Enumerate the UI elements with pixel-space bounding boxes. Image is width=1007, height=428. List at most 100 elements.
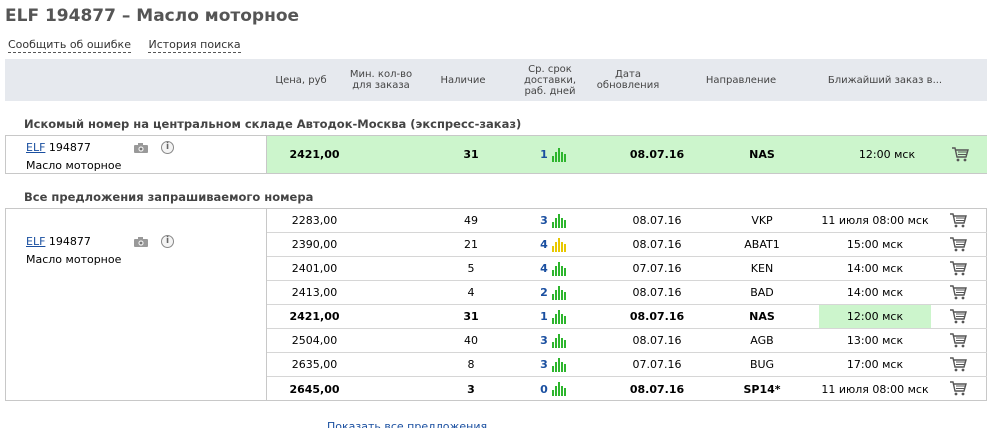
stock: 31 <box>463 310 479 323</box>
cart-icon[interactable] <box>949 356 967 372</box>
update-date: 08.07.16 <box>629 310 685 323</box>
col-nearest-header: Ближайший заказ в... <box>827 74 943 86</box>
cart-icon[interactable] <box>949 212 967 228</box>
search-history-link[interactable]: История поиска <box>148 38 241 53</box>
price: 2635,00 <box>291 358 338 371</box>
days-value: 3 <box>540 334 548 347</box>
rating-bars-icon <box>551 333 566 348</box>
top-links: Сообщить об ошибке История поиска <box>8 38 255 53</box>
col-direction-header: Направление <box>705 74 777 86</box>
direction: SP14* <box>743 382 781 396</box>
price: 2390,00 <box>291 238 338 251</box>
price: 2421,00 <box>289 310 340 323</box>
cart-icon[interactable] <box>949 332 967 348</box>
delivery-days: 0 <box>513 377 593 401</box>
price: 2401,00 <box>291 262 338 275</box>
update-date: 07.07.16 <box>632 358 682 371</box>
direction: BUG <box>749 358 775 371</box>
direction: VKP <box>751 214 773 227</box>
days-value: 3 <box>540 214 548 227</box>
direction: ABAT1 <box>744 238 780 251</box>
info-icon[interactable]: i <box>161 141 174 154</box>
table-row: 2283,00 49 3 08.07.16 VKP 11 июля 08:00 мск <box>267 209 987 233</box>
price: 2645,00 <box>289 382 340 396</box>
update-date: 08.07.16 <box>632 214 682 227</box>
nearest-order: 14:00 мск <box>846 286 904 299</box>
price: 2421,00 <box>289 148 340 161</box>
central-offer-row: 2421,00 31 1 08.07.16 NAS 12:00 мск <box>267 136 987 173</box>
central-section-title: Искомый номер на центральном складе Авто… <box>24 117 522 131</box>
delivery-days: 4 <box>513 233 593 256</box>
direction: NAS <box>749 310 775 323</box>
days-value: 4 <box>540 238 548 251</box>
table-header: Цена, руб Мин. кол-во для заказа Наличие… <box>5 59 987 101</box>
cart-icon[interactable] <box>949 236 967 252</box>
col-updated-header: Дата обновления <box>596 69 660 91</box>
update-date: 08.07.16 <box>632 334 682 347</box>
camera-icon[interactable] <box>133 142 149 154</box>
delivery-days: 1 <box>513 136 593 173</box>
stock: 49 <box>464 214 478 227</box>
nearest-order: 11 июля 08:00 мск <box>821 382 929 396</box>
delivery-days: 3 <box>513 353 593 376</box>
cart-icon[interactable] <box>951 146 969 162</box>
all-offers-part-cell: ELF 194877 Масло моторное i <box>6 209 267 400</box>
table-row: 2413,00 4 2 08.07.16 BAD 14:00 мск <box>267 281 987 305</box>
rating-bars-icon <box>551 213 566 228</box>
page-title: ELF 194877 – Масло моторное <box>5 6 300 26</box>
days-value: 2 <box>540 286 548 299</box>
table-row: 2390,00 21 4 08.07.16 ABAT1 15:00 мск <box>267 233 987 257</box>
price: 2413,00 <box>291 286 338 299</box>
update-date: 08.07.16 <box>632 238 682 251</box>
stock: 31 <box>463 148 479 161</box>
part-code: 194877 <box>48 235 91 248</box>
days-value: 3 <box>540 358 548 371</box>
nearest-order: 17:00 мск <box>846 358 904 371</box>
cart-icon[interactable] <box>949 308 967 324</box>
part-number: ELF 194877 <box>26 141 91 154</box>
all-offers-section-title: Все предложения запрашиваемого номера <box>24 190 314 204</box>
stock: 40 <box>464 334 478 347</box>
info-icon[interactable]: i <box>161 235 174 248</box>
cart-icon[interactable] <box>949 260 967 276</box>
stock: 3 <box>467 382 475 396</box>
direction: AGB <box>750 334 774 347</box>
update-date: 08.07.16 <box>629 382 685 396</box>
camera-icon[interactable] <box>133 236 149 248</box>
table-row: 2421,00 31 1 08.07.16 NAS 12:00 мск <box>267 305 987 329</box>
rating-bars-icon <box>551 261 566 276</box>
col-min-qty-header: Мин. кол-во для заказа <box>349 69 413 91</box>
days-value: 4 <box>540 262 548 275</box>
rating-bars-icon <box>551 147 566 162</box>
central-block: ELF 194877 Масло моторное i 2421,00 31 1… <box>5 135 987 174</box>
brand-link[interactable]: ELF <box>26 141 45 154</box>
stock: 4 <box>467 286 475 299</box>
delivery-days: 3 <box>513 329 593 352</box>
update-date: 08.07.16 <box>632 286 682 299</box>
central-part-cell: ELF 194877 Масло моторное i <box>6 136 267 173</box>
cart-icon[interactable] <box>949 380 967 396</box>
nearest-order: 15:00 мск <box>846 238 904 251</box>
nearest-order: 12:00 мск <box>858 148 916 161</box>
days-value: 0 <box>540 382 548 396</box>
stock: 21 <box>464 238 478 251</box>
days-value: 1 <box>540 310 548 323</box>
rating-bars-icon <box>551 357 566 372</box>
col-delivery-header: Ср. срок доставки, раб. дней <box>523 63 577 97</box>
col-price-header: Цена, руб <box>275 74 327 86</box>
part-number: ELF 194877 <box>26 235 91 248</box>
part-code: 194877 <box>48 141 91 154</box>
stock: 5 <box>467 262 475 275</box>
cart-icon[interactable] <box>949 284 967 300</box>
brand-link[interactable]: ELF <box>26 235 45 248</box>
show-all-offers-link[interactable]: Показать все предложения <box>327 420 487 428</box>
nearest-order: 13:00 мск <box>846 334 904 347</box>
direction: BAD <box>750 286 774 299</box>
delivery-days: 1 <box>513 305 593 328</box>
report-error-link[interactable]: Сообщить об ошибке <box>8 38 131 53</box>
nearest-order: 14:00 мск <box>846 262 904 275</box>
delivery-days: 2 <box>513 281 593 304</box>
rating-bars-icon <box>551 285 566 300</box>
nearest-order: 12:00 мск <box>819 305 931 328</box>
delivery-days: 3 <box>513 209 593 232</box>
